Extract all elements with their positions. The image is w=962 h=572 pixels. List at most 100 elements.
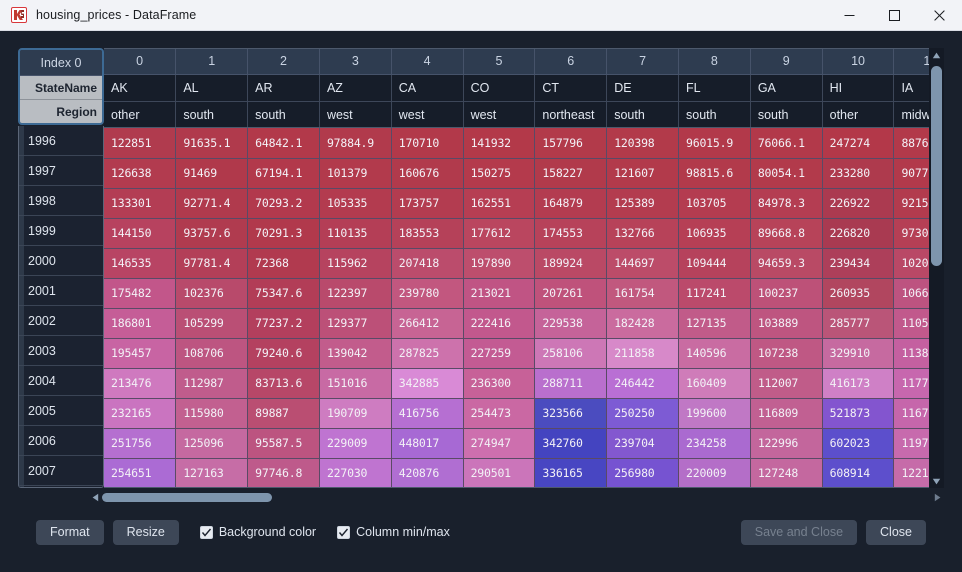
header-cell[interactable]: south <box>247 101 320 127</box>
data-cell[interactable]: 132766 <box>606 218 679 249</box>
minimize-button[interactable] <box>827 0 872 31</box>
scroll-right-arrow-icon[interactable] <box>930 493 944 502</box>
resize-button[interactable]: Resize <box>112 519 179 545</box>
data-cell[interactable]: 96015.9 <box>678 128 751 159</box>
header-cell[interactable]: west <box>319 101 392 127</box>
header-cell[interactable]: south <box>750 101 823 127</box>
data-cell[interactable]: 107238 <box>750 338 823 369</box>
data-cell[interactable]: 115980 <box>175 398 249 429</box>
header-cell[interactable]: northeast <box>534 101 608 127</box>
data-cell[interactable]: 106935 <box>678 218 751 249</box>
data-cell[interactable]: 190709 <box>319 398 392 429</box>
data-cell[interactable]: 80054.1 <box>750 158 823 189</box>
data-cell[interactable]: 105299 <box>175 308 249 339</box>
data-cell[interactable]: 70293.2 <box>247 188 320 219</box>
data-cell[interactable]: 274947 <box>463 428 536 459</box>
data-cell[interactable]: 342885 <box>391 368 464 399</box>
data-cell[interactable]: 329910 <box>822 338 895 369</box>
index-cell[interactable]: 1998 <box>19 186 103 217</box>
index-cell[interactable]: 1997 <box>19 156 103 187</box>
column-header-0[interactable]: 0 <box>104 49 177 75</box>
data-cell[interactable]: 89887 <box>247 398 320 429</box>
index-cell[interactable]: 1996 <box>19 126 103 157</box>
data-cell[interactable]: 67194.1 <box>247 158 320 189</box>
data-cell[interactable]: 186801 <box>104 308 177 339</box>
data-cell[interactable]: 251756 <box>104 428 177 459</box>
horizontal-scroll-thumb[interactable] <box>102 493 272 502</box>
data-cell[interactable]: 140596 <box>678 338 751 369</box>
data-cell[interactable]: 100237 <box>750 278 823 309</box>
data-cell[interactable]: 189924 <box>534 248 608 279</box>
data-cell[interactable]: 127135 <box>678 308 751 339</box>
data-cell[interactable]: 287825 <box>391 338 464 369</box>
data-cell[interactable]: 112987 <box>175 368 249 399</box>
index-column[interactable]: 1996 1997 1998 1999 2000 2001 2002 2003 2004 2005… <box>18 126 104 488</box>
data-cell[interactable]: 197890 <box>463 248 536 279</box>
column-header-7[interactable]: 7 <box>606 49 679 75</box>
header-cell[interactable]: AZ <box>319 74 392 102</box>
data-cell[interactable]: 93757.6 <box>175 218 249 249</box>
data-cell[interactable]: 226922 <box>822 188 895 219</box>
data-cell[interactable]: 239704 <box>606 428 679 459</box>
maximize-button[interactable] <box>872 0 917 31</box>
data-cell[interactable]: 129377 <box>319 308 392 339</box>
data-cell[interactable]: 229538 <box>534 308 608 339</box>
data-cell[interactable]: 290501 <box>463 458 536 487</box>
data-cell[interactable]: 207261 <box>534 278 608 309</box>
index-cell[interactable]: 2002 <box>19 306 103 337</box>
data-cell[interactable]: 83713.6 <box>247 368 320 399</box>
data-cell[interactable]: 75347.6 <box>247 278 320 309</box>
data-cell[interactable]: 97746.8 <box>247 458 320 487</box>
header-cell[interactable]: other <box>822 101 895 127</box>
data-cell[interactable]: 602023 <box>822 428 895 459</box>
header-cell[interactable]: AK <box>104 74 177 102</box>
data-cell[interactable]: 115962 <box>319 248 392 279</box>
index-cell[interactable]: 2004 <box>19 366 103 397</box>
data-cell[interactable]: 76066.1 <box>750 128 823 159</box>
close-window-button[interactable] <box>917 0 962 31</box>
horizontal-scroll-track[interactable] <box>102 490 930 504</box>
data-cell[interactable]: 95587.5 <box>247 428 320 459</box>
data-cell[interactable]: 416756 <box>391 398 464 429</box>
index-cell[interactable]: 2001 <box>19 276 103 307</box>
data-cell[interactable]: 72368 <box>247 248 320 279</box>
data-cell[interactable]: 105335 <box>319 188 392 219</box>
header-cell[interactable]: AL <box>175 74 249 102</box>
data-cell[interactable]: 125096 <box>175 428 249 459</box>
header-cell[interactable]: FL <box>678 74 751 102</box>
data-cell[interactable]: 420876 <box>391 458 464 487</box>
data-cell[interactable]: 157796 <box>534 128 608 159</box>
index-cell[interactable]: 2007 <box>19 456 103 487</box>
data-cell[interactable]: 126638 <box>104 158 177 189</box>
data-cell[interactable]: 213021 <box>463 278 536 309</box>
index-cell[interactable]: 2005 <box>19 396 103 427</box>
vertical-scroll-track[interactable] <box>929 62 944 474</box>
data-cell[interactable]: 160409 <box>678 368 751 399</box>
data-cell[interactable]: 239434 <box>822 248 895 279</box>
data-cell[interactable]: 144697 <box>606 248 679 279</box>
data-cell[interactable]: 285777 <box>822 308 895 339</box>
data-cell[interactable]: 127163 <box>175 458 249 487</box>
data-cell[interactable]: 342760 <box>534 428 608 459</box>
data-cell[interactable]: 288711 <box>534 368 608 399</box>
column-header-6[interactable]: 6 <box>534 49 608 75</box>
data-cell[interactable]: 151016 <box>319 368 392 399</box>
background-color-checkbox[interactable]: Background color <box>199 525 316 539</box>
data-cell[interactable]: 448017 <box>391 428 464 459</box>
data-cell[interactable]: 133301 <box>104 188 177 219</box>
data-cell[interactable]: 174553 <box>534 218 608 249</box>
data-cell[interactable]: 234258 <box>678 428 751 459</box>
header-cell[interactable]: CA <box>391 74 464 102</box>
data-cell[interactable]: 117241 <box>678 278 751 309</box>
table-corner-header[interactable]: Index 0 StateName Region <box>18 48 104 126</box>
data-cell[interactable]: 127248 <box>750 458 823 487</box>
data-cell[interactable]: 199600 <box>678 398 751 429</box>
data-cell[interactable]: 416173 <box>822 368 895 399</box>
data-cell[interactable]: 227030 <box>319 458 392 487</box>
data-cell[interactable]: 164879 <box>534 188 608 219</box>
vertical-scrollbar[interactable] <box>929 48 944 488</box>
data-cell[interactable]: 258106 <box>534 338 608 369</box>
header-cell[interactable]: west <box>391 101 464 127</box>
data-cell[interactable]: 173757 <box>391 188 464 219</box>
data-cell[interactable]: 170710 <box>391 128 464 159</box>
